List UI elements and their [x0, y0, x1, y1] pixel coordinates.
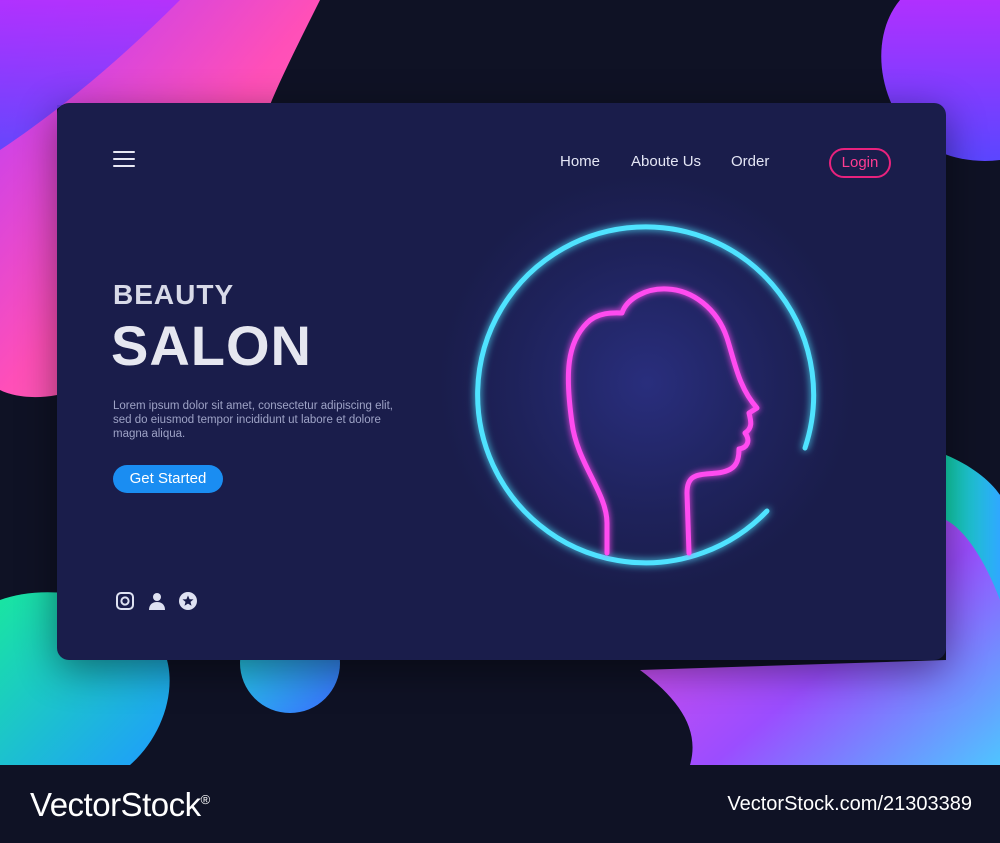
login-button[interactable]: Login	[829, 148, 891, 178]
instagram-icon[interactable]	[115, 591, 135, 611]
hero-description: Lorem ipsum dolor sit amet, consectetur …	[113, 400, 393, 440]
star-icon[interactable]	[178, 591, 198, 611]
neon-woman-head-profile-icon	[475, 224, 817, 566]
get-started-button[interactable]: Get Started	[113, 465, 223, 493]
watermark-stock-id: VectorStock.com/21303389	[727, 793, 972, 815]
hamburger-menu-icon[interactable]	[113, 151, 135, 167]
nav-home-link[interactable]: Home	[560, 153, 600, 170]
hero-title-small: BEAUTY	[113, 279, 235, 310]
landing-card: Home Aboute Us Order Login BEAUTY SALON …	[57, 103, 946, 660]
nav-order-link[interactable]: Order	[731, 153, 769, 170]
watermark-footer: VectorStock® VectorStock.com/21303389	[0, 765, 1000, 843]
hero-title-large: SALON	[111, 314, 312, 377]
nav-about-link[interactable]: Aboute Us	[631, 153, 701, 170]
watermark-brand: VectorStock®	[30, 786, 210, 823]
user-icon[interactable]	[147, 591, 167, 611]
